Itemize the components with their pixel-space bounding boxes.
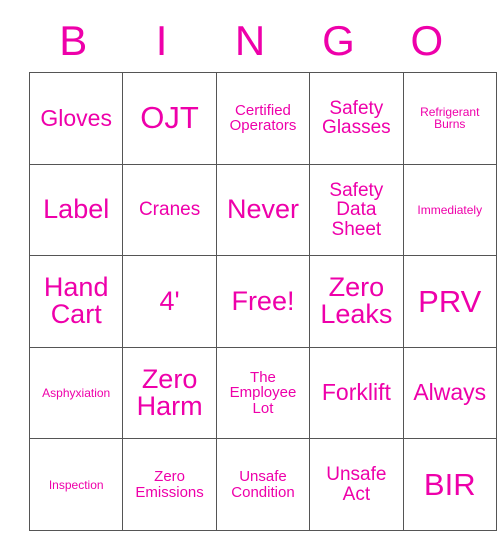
bingo-row: Label Cranes Never Safety Data Sheet Imm…: [28, 163, 497, 257]
bingo-header-letter-b: B: [59, 17, 88, 64]
bingo-cell[interactable]: BIR: [402, 438, 497, 531]
bingo-cell[interactable]: Immediately: [402, 163, 497, 257]
bingo-cell[interactable]: Refrigerant Burns: [402, 72, 497, 165]
bingo-cell[interactable]: Gloves: [28, 72, 124, 165]
bingo-row: Inspection Zero Emissions Unsafe Conditi…: [28, 438, 497, 531]
bingo-cell[interactable]: Safety Data Sheet: [309, 163, 404, 257]
bingo-header-letter-g: G: [322, 17, 355, 64]
bingo-cell[interactable]: Forklift: [309, 346, 404, 440]
bingo-cell[interactable]: Zero Leaks: [309, 255, 404, 348]
bingo-cell[interactable]: Unsafe Condition: [215, 438, 311, 531]
bingo-grid: Gloves OJT Certified Operators Safety Gl…: [28, 72, 497, 531]
bingo-row: Hand Cart 4' Free! Zero Leaks PRV: [28, 255, 497, 348]
bingo-cell[interactable]: Always: [402, 346, 497, 440]
bingo-cell[interactable]: PRV: [402, 255, 497, 348]
bingo-cell[interactable]: Hand Cart: [28, 255, 124, 348]
bingo-header-letter-n: N: [234, 17, 266, 64]
bingo-cell[interactable]: Zero Emissions: [122, 438, 217, 531]
bingo-cell[interactable]: 4': [122, 255, 217, 348]
bingo-cell[interactable]: Inspection: [28, 438, 124, 531]
bingo-cell[interactable]: Label: [28, 163, 124, 257]
bingo-header-letter-o: O: [410, 17, 444, 64]
bingo-card: B I N G O Gloves OJT Certified Operators…: [0, 0, 500, 544]
bingo-cell[interactable]: Cranes: [122, 163, 217, 257]
bingo-cell[interactable]: OJT: [122, 72, 217, 165]
bingo-cell[interactable]: Asphyxiation: [28, 346, 124, 440]
bingo-header-letter-i: I: [155, 17, 168, 64]
bingo-cell[interactable]: The Employee Lot: [215, 346, 311, 440]
bingo-header: B I N G O: [29, 12, 471, 70]
bingo-row: Gloves OJT Certified Operators Safety Gl…: [28, 72, 497, 165]
bingo-cell[interactable]: Never: [215, 163, 311, 257]
bingo-row: Asphyxiation Zero Harm The Employee Lot …: [28, 346, 497, 440]
bingo-cell[interactable]: Zero Harm: [122, 346, 217, 440]
bingo-cell[interactable]: Unsafe Act: [309, 438, 404, 531]
bingo-cell[interactable]: Safety Glasses: [309, 72, 404, 165]
bingo-cell-free[interactable]: Free!: [215, 255, 311, 348]
bingo-cell[interactable]: Certified Operators: [215, 72, 311, 165]
